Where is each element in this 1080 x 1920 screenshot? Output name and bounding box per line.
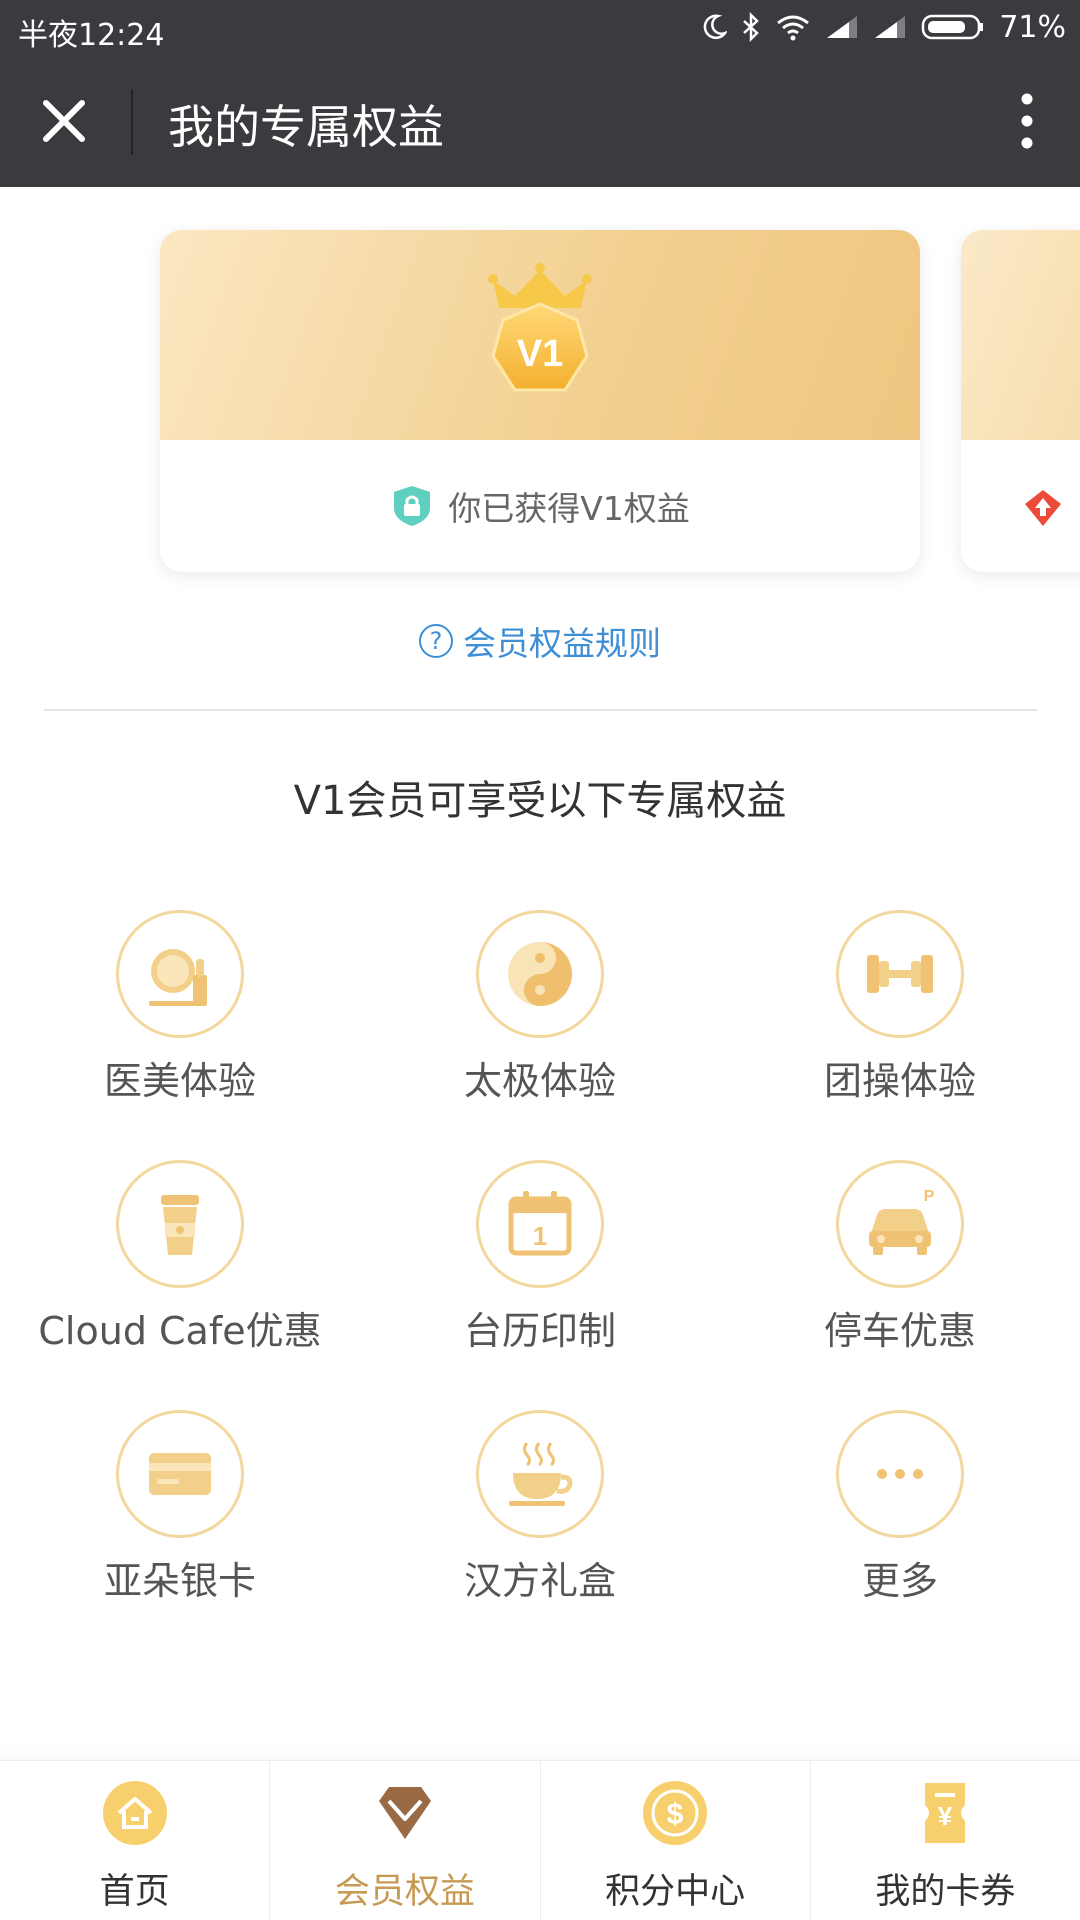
home-icon [102, 1781, 167, 1845]
tab-home[interactable]: 首页 [0, 1761, 271, 1920]
next-level-card[interactable] [961, 230, 1080, 572]
bottom-tab-bar: 首页 会员权益 $ 积分中心 ¥ 我的卡券 [0, 1760, 1080, 1920]
page-title: 我的专属权益 [168, 100, 444, 154]
moon-icon [704, 14, 728, 40]
benefit-label: 医美体验 [103, 1059, 256, 1103]
coin-icon: $ [643, 1781, 708, 1845]
title-bar: 我的专属权益 [0, 55, 1080, 187]
benefit-icon-ring [116, 1410, 244, 1538]
dumbbell-icon [867, 955, 933, 993]
benefit-label: 太极体验 [463, 1059, 616, 1103]
benefits-section-title: V1会员可享受以下专属权益 [293, 778, 787, 824]
status-icons: 71% [701, 9, 1066, 45]
benefit-item[interactable]: 亚朵银卡 [0, 1410, 360, 1610]
section-divider [44, 709, 1037, 711]
membership-rules-link[interactable]: ? 会员权益规则 [0, 617, 1080, 665]
status-bar: 半夜12:24 71% [0, 0, 1080, 55]
rules-link-label: 会员权益规则 [463, 624, 661, 663]
svg-text:1: 1 [533, 1221, 547, 1251]
help-icon: ? [419, 624, 453, 658]
bank-card-icon [149, 1453, 211, 1495]
benefit-icon-ring [116, 910, 244, 1038]
benefit-item[interactable]: 更多 [720, 1410, 1080, 1610]
benefit-icon-ring [116, 1160, 244, 1288]
tab-points-center[interactable]: $ 积分中心 [541, 1761, 811, 1920]
benefit-label: 团操体验 [823, 1059, 976, 1103]
wifi-icon [777, 15, 810, 41]
tab-label: 我的卡券 [875, 1872, 1016, 1912]
svg-text:¥: ¥ [938, 1801, 953, 1831]
svg-text:P: P [924, 1188, 935, 1205]
coffee-cup-icon [161, 1195, 199, 1255]
battery-percentage: 71% [999, 9, 1066, 45]
benefit-item[interactable]: 汉方礼盒 [360, 1410, 720, 1610]
title-divider [131, 89, 133, 155]
next-card-header [961, 230, 1080, 440]
benefit-icon-ring [476, 910, 604, 1038]
benefit-label: 更多 [861, 1559, 938, 1603]
upgrade-arrow-icon [1025, 490, 1061, 526]
crown-badge-icon: V1 [488, 263, 592, 392]
calendar-icon: 1 [508, 1191, 572, 1256]
benefit-item[interactable]: P 停车优惠 [720, 1160, 1080, 1360]
benefit-item[interactable]: 太极体验 [360, 910, 720, 1110]
cosmetics-mirror-icon [149, 949, 207, 1006]
yin-yang-icon [508, 942, 572, 1006]
more-vertical-icon [1021, 93, 1033, 149]
benefit-label: 台历印制 [463, 1309, 616, 1353]
benefit-label: 亚朵银卡 [103, 1559, 256, 1603]
more-dots-icon [877, 1469, 923, 1479]
benefit-item[interactable]: 医美体验 [0, 910, 360, 1110]
tab-label: 积分中心 [605, 1872, 746, 1912]
coupon-icon: ¥ [925, 1783, 966, 1843]
benefit-icon-ring: 1 [476, 1160, 604, 1288]
diamond-icon [378, 1787, 431, 1839]
benefit-icon-ring [476, 1410, 604, 1538]
tab-label: 首页 [99, 1872, 170, 1912]
card-status-row: 你已获得V1权益 [160, 440, 920, 572]
bluetooth-icon [743, 12, 760, 42]
parking-car-icon: P [869, 1188, 935, 1255]
benefit-icon-ring [836, 910, 964, 1038]
benefit-icon-ring [836, 1410, 964, 1538]
benefit-item[interactable]: 1 台历印制 [360, 1160, 720, 1360]
membership-level-card[interactable]: V1 你已获得V1权益 [160, 230, 920, 572]
card-status-text: 你已获得V1权益 [448, 489, 690, 528]
tea-cup-icon [509, 1442, 573, 1506]
level-badge-text: V1 [517, 333, 563, 375]
battery-icon [922, 14, 984, 40]
status-time: 半夜12:24 [18, 18, 165, 53]
benefit-label: 停车优惠 [823, 1309, 976, 1353]
benefit-label: 汉方礼盒 [463, 1559, 616, 1603]
benefit-icon-ring: P [836, 1160, 964, 1288]
tab-my-coupons[interactable]: ¥ 我的卡券 [811, 1761, 1080, 1920]
close-button[interactable] [34, 91, 94, 151]
tab-membership-benefits[interactable]: 会员权益 [270, 1761, 541, 1920]
benefit-label: Cloud Cafe优惠 [38, 1309, 322, 1353]
more-options-button[interactable] [1004, 89, 1050, 153]
tab-label: 会员权益 [334, 1872, 475, 1912]
lock-shield-icon [394, 486, 431, 526]
signal-icon [827, 16, 858, 38]
svg-text:$: $ [667, 1798, 684, 1831]
close-icon [43, 100, 85, 142]
benefit-item[interactable]: 团操体验 [720, 910, 1080, 1110]
card-header: V1 [160, 230, 920, 440]
benefit-item[interactable]: Cloud Cafe优惠 [0, 1160, 360, 1360]
signal-icon [875, 16, 906, 38]
